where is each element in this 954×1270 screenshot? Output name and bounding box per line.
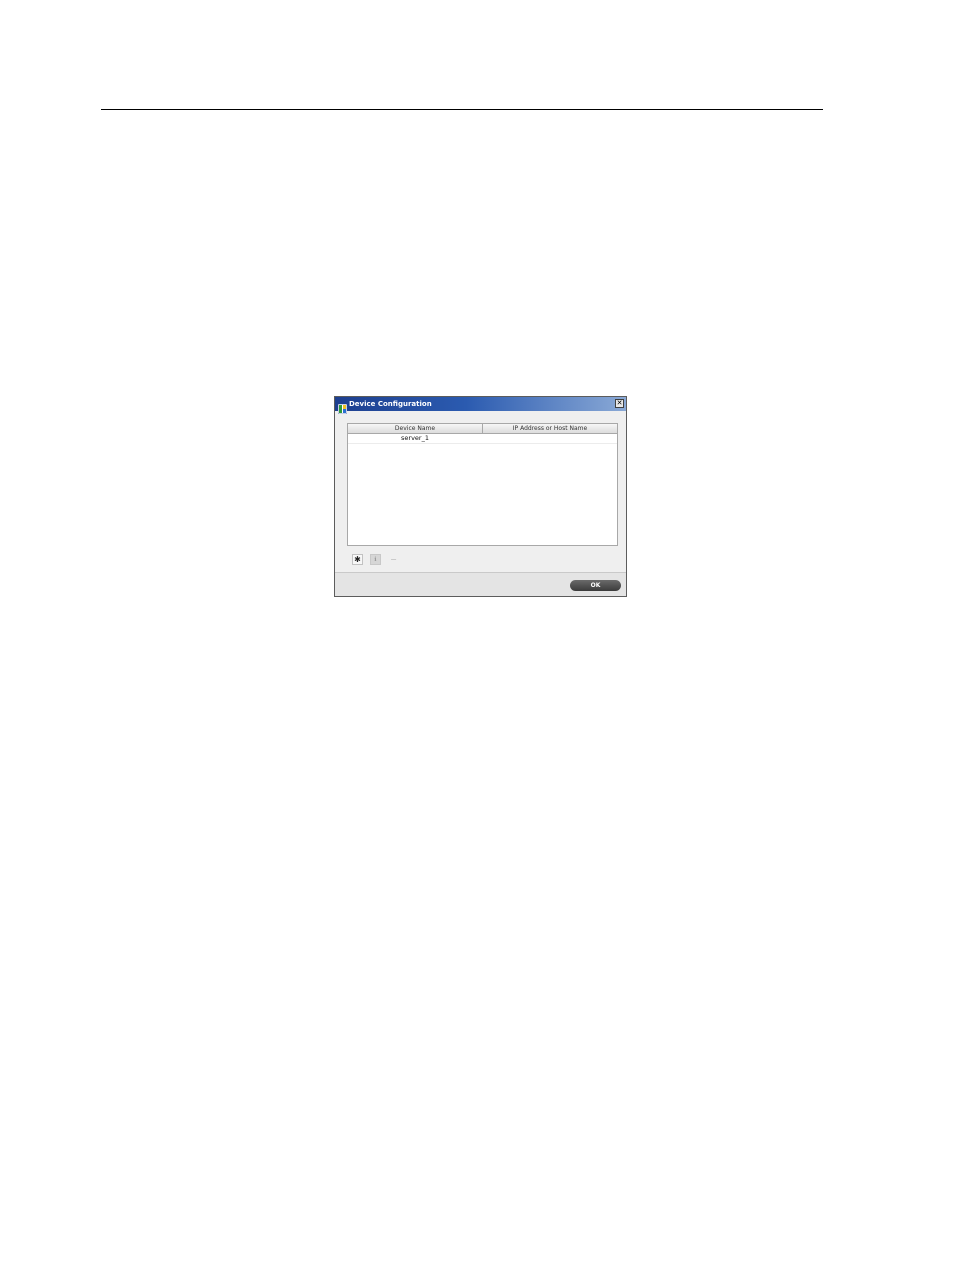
close-icon[interactable]: ✕ <box>615 399 624 408</box>
add-device-button[interactable]: ✱ <box>352 554 363 565</box>
edit-device-button[interactable]: ℹ <box>370 554 381 565</box>
column-header-device-name[interactable]: Device Name <box>348 424 483 433</box>
device-name-cell: server_1 <box>401 434 429 442</box>
column-header-ip-address[interactable]: IP Address or Host Name <box>483 424 617 433</box>
dialog-title: Device Configuration <box>349 400 432 408</box>
device-table: Device Name IP Address or Host Name serv… <box>347 423 618 546</box>
ok-button[interactable]: OK <box>570 580 621 591</box>
info-icon: ℹ <box>374 556 377 563</box>
table-header: Device Name IP Address or Host Name <box>348 424 617 434</box>
page-header-rule <box>101 109 823 110</box>
title-bar[interactable]: Device Configuration ✕ <box>335 397 626 415</box>
app-icon <box>337 399 348 415</box>
minus-icon: − <box>390 555 397 564</box>
remove-device-button[interactable]: − <box>388 554 399 565</box>
add-icon: ✱ <box>354 555 361 564</box>
ip-address-cell <box>483 434 617 443</box>
table-row[interactable]: server_1 <box>348 434 617 444</box>
device-configuration-dialog: Device Configuration ✕ Device Name IP Ad… <box>334 396 627 597</box>
page: Device Configuration ✕ Device Name IP Ad… <box>0 0 954 1270</box>
